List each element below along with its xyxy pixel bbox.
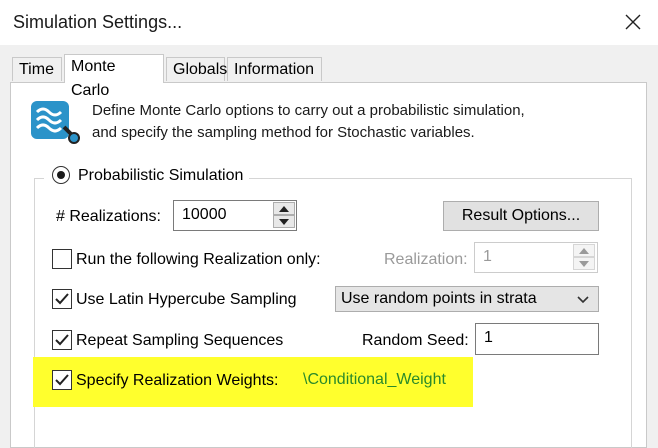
latin-hypercube-label: Use Latin Hypercube Sampling (76, 291, 297, 308)
latin-hypercube-checkbox[interactable] (52, 289, 72, 309)
window-title: Simulation Settings... (13, 12, 183, 32)
realization-spin-down (573, 257, 595, 270)
arrow-up-icon (279, 206, 289, 212)
realizations-spin-up[interactable] (273, 202, 295, 215)
tab-time[interactable]: Time (12, 57, 62, 81)
run-following-checkbox[interactable] (52, 249, 72, 269)
tab-monte-carlo[interactable]: Monte Carlo (64, 54, 164, 99)
run-following-label: Run the following Realization only: (76, 251, 321, 268)
probabilistic-simulation-label: Probabilistic Simulation (44, 165, 250, 187)
arrow-down-icon (579, 261, 589, 267)
random-seed-input[interactable]: 1 (475, 323, 599, 355)
title-bar: Simulation Settings... (0, 0, 658, 46)
checkmark-icon (55, 334, 69, 346)
arrow-down-icon (279, 219, 289, 225)
realization-label: Realization: (384, 251, 468, 268)
repeat-sampling-label: Repeat Sampling Sequences (76, 332, 284, 349)
random-seed-label: Random Seed: (362, 332, 469, 349)
intro-text: Define Monte Carlo options to carry out … (92, 100, 525, 144)
arrow-up-icon (579, 248, 589, 254)
probabilistic-simulation-radio[interactable] (52, 166, 70, 184)
realizations-spin-down[interactable] (273, 215, 295, 228)
close-button[interactable] (608, 0, 658, 45)
realization-weights-link[interactable]: \Conditional_Weight (303, 371, 446, 389)
tab-globals[interactable]: Globals (166, 57, 227, 81)
repeat-sampling-checkbox[interactable] (52, 330, 72, 350)
realization-weights-label: Specify Realization Weights: (76, 372, 279, 389)
result-options-button[interactable]: Result Options... (443, 201, 599, 231)
monte-carlo-icon (31, 101, 80, 144)
checkmark-icon (55, 293, 69, 305)
sampling-method-value: Use random points in strata (341, 290, 537, 307)
realization-weights-checkbox[interactable] (52, 370, 72, 390)
intro-line-1: Define Monte Carlo options to carry out … (92, 102, 525, 119)
realizations-label: # Realizations: (56, 208, 161, 225)
radio-selected-dot (57, 171, 65, 179)
close-icon (625, 14, 641, 30)
checkmark-icon (55, 374, 69, 386)
sampling-method-select[interactable]: Use random points in strata (335, 286, 599, 312)
chevron-down-icon (577, 296, 589, 304)
realization-spin-up (573, 244, 595, 257)
tab-information[interactable]: Information (227, 57, 322, 81)
intro-line-2: and specify the sampling method for Stoc… (92, 124, 475, 141)
